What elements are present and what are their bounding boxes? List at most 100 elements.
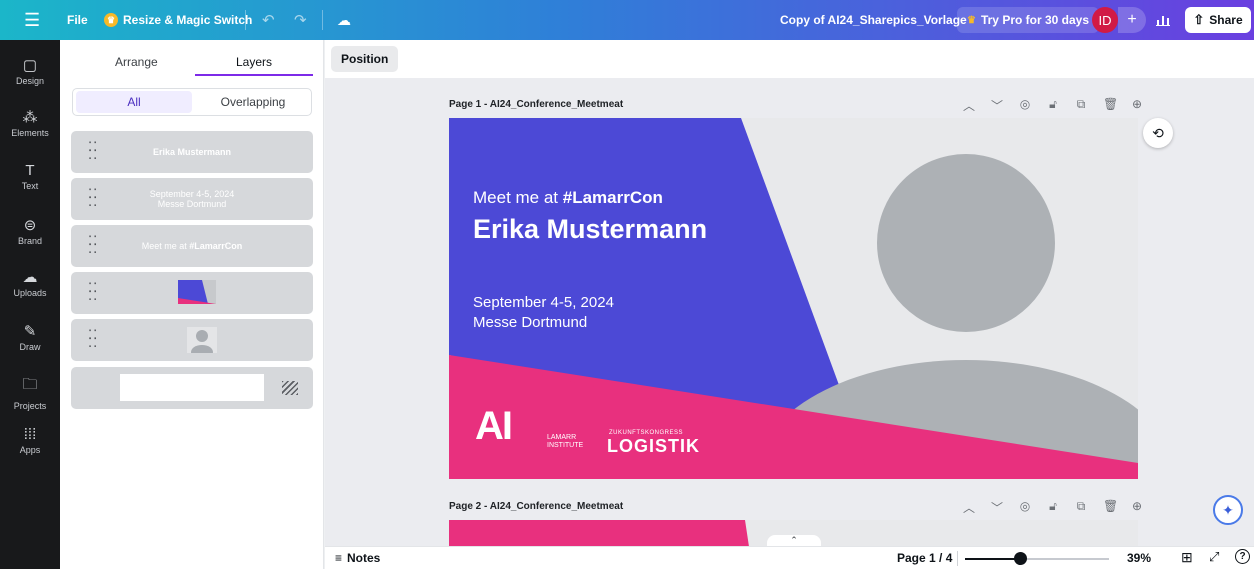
grid-view-icon[interactable]: ⊞ <box>1181 549 1193 566</box>
left-rail: ▢ Design ⁂ Elements T Text ⊜ Brand ☁ Upl… <box>0 40 60 569</box>
rail-item-draw[interactable]: ✎ Draw <box>0 322 60 352</box>
cloud-save-icon[interactable]: ☁ <box>337 0 351 40</box>
zoom-level[interactable]: 39% <box>1127 551 1151 565</box>
rail-item-elements[interactable]: ⁂ Elements <box>0 108 60 138</box>
resize-magic-switch-button[interactable]: ♛ Resize & Magic Switch <box>104 0 252 40</box>
ai24-logo: AI <box>475 404 513 448</box>
delete-icon[interactable]: 🗑︎ <box>1103 499 1118 516</box>
duplicate-icon[interactable]: ⧉ <box>1075 97 1087 114</box>
tab-arrange[interactable]: Arrange <box>115 55 158 69</box>
layer-image-thumbnail <box>187 327 217 359</box>
lock-icon[interactable]: 🔓︎ <box>1047 97 1059 114</box>
zoom-slider-thumb[interactable] <box>1014 552 1027 565</box>
filter-all-button[interactable]: All <box>76 91 192 113</box>
rail-item-label: Uploads <box>13 288 47 298</box>
layer-text-preview: Meet me at #LamarrCon <box>111 225 273 267</box>
rail-item-label: Projects <box>13 401 47 411</box>
duplicate-icon[interactable]: ⧉ <box>1075 499 1087 516</box>
page-indicator[interactable]: Page 1 / 4 <box>897 551 952 565</box>
filter-overlapping-button[interactable]: Overlapping <box>195 91 311 113</box>
page-title[interactable]: Page 1 - AI24_Conference_Meetmeat <box>449 99 623 110</box>
layer-text-preview: Erika Mustermann <box>152 147 232 157</box>
rail-item-design[interactable]: ▢ Design <box>0 56 60 86</box>
hide-icon[interactable]: ◎ <box>1019 97 1031 114</box>
layer-text-line: September 4-5, 2024 <box>149 189 235 199</box>
lock-icon[interactable]: 🔓︎ <box>1047 499 1059 516</box>
redo-icon[interactable]: ↷ <box>294 0 307 40</box>
drag-handle-icon[interactable]: ⁚⁚ ⁚⁚ <box>88 281 98 302</box>
invite-plus-button[interactable]: + <box>1118 7 1146 33</box>
magic-sparkle-icon[interactable]: ✦ <box>1213 495 1243 525</box>
chevron-up-icon[interactable]: ︿ <box>963 499 975 516</box>
add-page-icon[interactable]: ⊕ <box>1131 97 1143 114</box>
lock-pattern-icon <box>282 381 298 395</box>
chevron-up-icon[interactable]: ︿ <box>963 97 975 114</box>
delete-icon[interactable]: 🗑︎ <box>1103 97 1118 114</box>
rail-item-text[interactable]: T Text <box>0 162 60 191</box>
add-page-icon[interactable]: ⊕ <box>1131 499 1143 516</box>
drag-handle-icon[interactable]: ⁚⁚ ⁚⁚ <box>88 140 98 161</box>
layer-item[interactable]: ⁚⁚ ⁚⁚ September 4-5, 2024 Messe Dortmund <box>71 178 313 220</box>
layer-item[interactable]: ⁚⁚ ⁚⁚ <box>71 319 313 361</box>
rail-item-label: Elements <box>11 128 49 138</box>
design-page[interactable]: Meet me at #LamarrCon Erika Mustermann S… <box>449 118 1138 479</box>
layer-text-hashtag: #LamarrCon <box>189 241 243 251</box>
hide-icon[interactable]: ◎ <box>1019 499 1031 516</box>
chevron-down-icon[interactable]: ﹀ <box>991 97 1003 114</box>
page-toolbar: ︿ ﹀ ◎ 🔓︎ ⧉ 🗑︎ ⊕ <box>963 97 1143 114</box>
layer-item[interactable]: ⁚⁚ ⁚⁚ Erika Mustermann <box>71 131 313 173</box>
projects-icon: 🗀 <box>22 376 38 393</box>
help-icon[interactable]: ? <box>1235 549 1250 564</box>
draw-icon: ✎ <box>23 323 37 340</box>
document-title[interactable]: Copy of AI24_Sharepics_Vorlage <box>780 0 967 40</box>
undo-icon[interactable]: ↶ <box>262 0 275 40</box>
comment-icon[interactable]: ⟲ <box>1143 118 1173 148</box>
top-bar: ☰ File ♛ Resize & Magic Switch ↶ ↷ ☁ Cop… <box>0 0 1254 40</box>
upload-icon: ⇧ <box>1193 12 1205 27</box>
try-pro-label: Try Pro for 30 days <box>980 13 1090 27</box>
try-pro-button[interactable]: ♛ Try Pro for 30 days <box>957 7 1100 33</box>
avatar[interactable]: ID <box>1092 7 1118 33</box>
rail-item-uploads[interactable]: ☁ Uploads <box>0 268 60 298</box>
hamburger-icon[interactable]: ☰ <box>24 0 40 40</box>
rail-item-brand[interactable]: ⊜ Brand <box>0 216 60 246</box>
notes-button[interactable]: ≡ Notes <box>335 551 380 565</box>
position-button[interactable]: Position <box>331 46 399 72</box>
divider <box>957 551 958 566</box>
zoom-slider-fill <box>965 558 1020 560</box>
elements-icon: ⁂ <box>22 109 38 126</box>
layer-item[interactable]: ⁚⁚ ⁚⁚ Meet me at #LamarrCon <box>71 225 313 267</box>
drag-handle-icon[interactable]: ⁚⁚ ⁚⁚ <box>88 328 98 349</box>
layer-text-preview: September 4-5, 2024 Messe Dortmund <box>111 178 273 220</box>
drag-handle-icon[interactable]: ⁚⁚ ⁚⁚ <box>88 187 98 208</box>
rail-item-label: Draw <box>19 342 41 352</box>
rail-item-label: Apps <box>19 445 41 455</box>
file-menu-button[interactable]: File <box>67 0 88 40</box>
layer-filter-segment: All Overlapping <box>72 88 312 116</box>
crown-icon: ♛ <box>104 13 118 27</box>
context-toolbar: Position <box>325 40 1254 78</box>
share-button[interactable]: ⇧ Share <box>1185 7 1251 33</box>
layer-item-background[interactable] <box>71 367 313 409</box>
uploads-icon: ☁ <box>22 269 38 286</box>
rail-item-label: Brand <box>17 236 43 246</box>
drag-handle-icon[interactable]: ⁚⁚ ⁚⁚ <box>88 234 98 255</box>
rail-item-apps[interactable]: ⁞⁞⁞ Apps <box>0 426 60 455</box>
chevron-up-icon[interactable]: ⌃ <box>767 535 821 546</box>
card-venue: Messe Dortmund <box>473 314 588 331</box>
tab-layers[interactable]: Layers <box>236 55 272 69</box>
layer-background-thumbnail <box>120 374 264 401</box>
apps-icon: ⁞⁞⁞ <box>23 426 37 443</box>
lamarr-logo-line: LAMARR <box>547 434 577 441</box>
page-toolbar: ︿ ﹀ ◎ 🔓︎ ⧉ 🗑︎ ⊕ <box>963 499 1143 516</box>
fullscreen-icon[interactable]: ⤢ <box>1209 549 1219 565</box>
insights-icon[interactable] <box>1150 8 1176 32</box>
chevron-down-icon[interactable]: ﹀ <box>991 499 1003 516</box>
rail-item-projects[interactable]: 🗀 Projects <box>0 374 60 411</box>
share-label: Share <box>1209 13 1243 27</box>
page-title[interactable]: Page 2 - AI24_Conference_Meetmeat <box>449 501 623 512</box>
lamarr-logo: LAMARR INSTITUTE <box>547 434 583 450</box>
layer-item[interactable]: ⁚⁚ ⁚⁚ <box>71 272 313 314</box>
zoom-slider[interactable] <box>965 552 1109 565</box>
card-tagline: Meet me at #LamarrCon <box>473 188 663 208</box>
